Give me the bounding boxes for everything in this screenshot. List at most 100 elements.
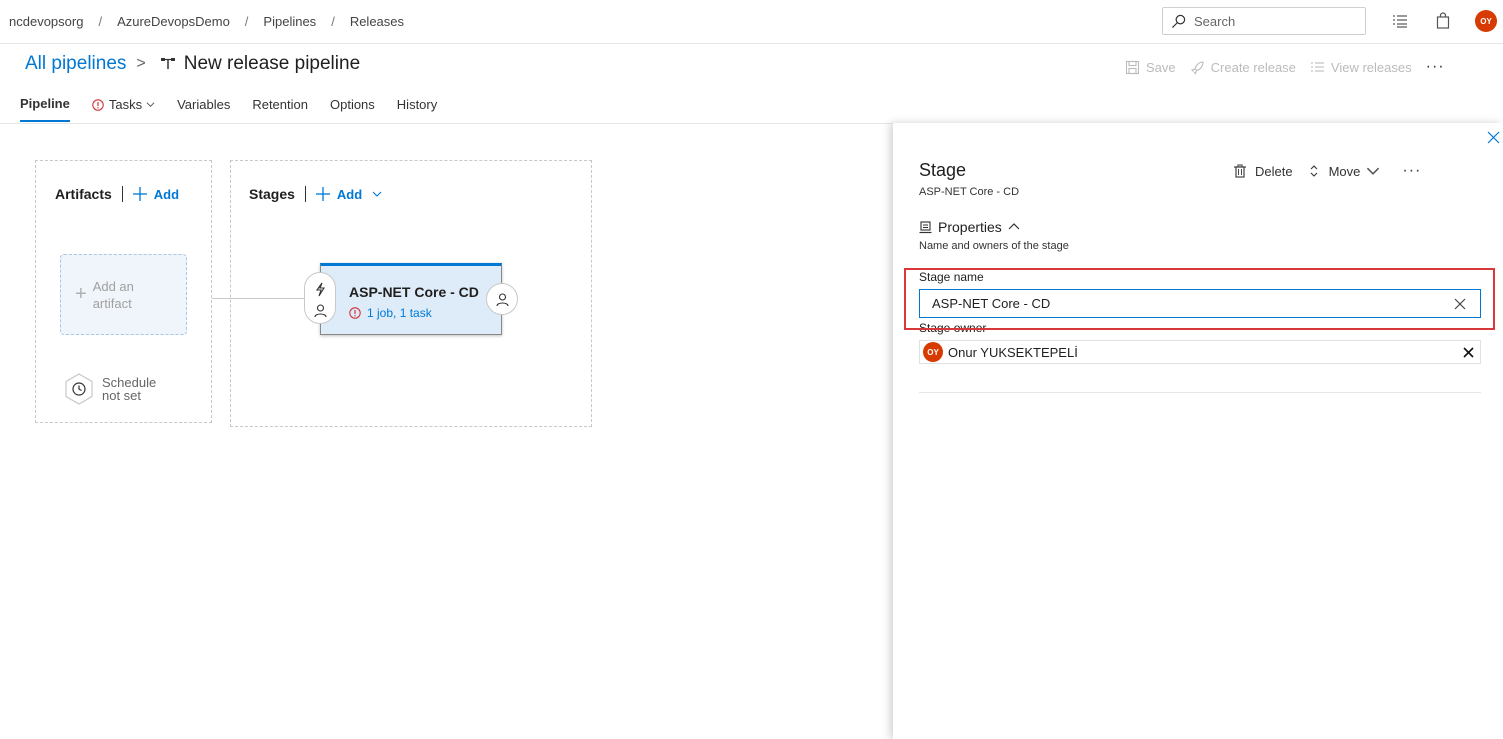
view-releases-label: View releases: [1330, 59, 1412, 75]
add-label: Add: [153, 186, 180, 202]
plus-icon: [315, 187, 330, 201]
tabs-divider: [0, 123, 893, 124]
remove-owner-icon[interactable]: [1463, 347, 1474, 358]
trash-icon: [1234, 164, 1246, 178]
add-stage-button[interactable]: Add: [315, 186, 382, 202]
stages-label: Stages: [249, 186, 295, 202]
list-icon: [1310, 61, 1324, 72]
panel-divider: [919, 392, 1481, 393]
delete-stage-button[interactable]: Delete: [1233, 164, 1293, 179]
schedule-line2: not set: [102, 388, 142, 403]
search-box[interactable]: [1162, 7, 1366, 35]
properties-subtitle: Name and owners of the stage: [919, 240, 1069, 252]
schedule-clock-icon: [65, 373, 93, 405]
artifacts-label: Artifacts: [55, 186, 112, 202]
tab-tasks[interactable]: Tasks: [92, 96, 155, 122]
save-button[interactable]: Save: [1125, 60, 1176, 75]
tab-bar: Pipeline Tasks Variables Retention Optio…: [20, 96, 459, 122]
panel-actions: Delete Move ···: [1233, 162, 1421, 180]
create-release-button[interactable]: Create release: [1190, 60, 1296, 75]
view-releases-button[interactable]: View releases: [1310, 60, 1412, 75]
plus-icon: +: [75, 283, 87, 305]
add-artifact-card[interactable]: + Add an artifact: [60, 254, 187, 335]
tab-options[interactable]: Options: [330, 96, 375, 122]
breadcrumb-releases[interactable]: Releases: [350, 14, 404, 29]
breadcrumb-pipelines[interactable]: Pipelines: [263, 14, 316, 29]
stage-owner-field[interactable]: OY Onur YUKSEKTEPELİ: [919, 340, 1481, 364]
breadcrumb-separator: /: [244, 14, 249, 29]
release-pipeline-icon: [160, 58, 175, 69]
warning-icon: [349, 307, 361, 319]
search-icon: [1171, 14, 1186, 28]
breadcrumb: ncdevopsorg / AzureDevopsDemo / Pipeline…: [9, 14, 404, 29]
close-icon[interactable]: [1487, 131, 1500, 144]
owner-avatar: OY: [923, 342, 943, 362]
stage-properties-panel: [893, 123, 1503, 739]
save-label: Save: [1146, 59, 1176, 75]
rocket-icon: [1190, 60, 1204, 75]
move-stage-button[interactable]: Move: [1307, 164, 1389, 179]
lightning-trigger-icon[interactable]: [313, 282, 328, 297]
toolbar: Save Create release View releases ···: [1125, 58, 1445, 76]
user-avatar[interactable]: OY: [1475, 10, 1497, 32]
list-icon[interactable]: [1391, 12, 1409, 30]
plus-icon: [132, 187, 147, 201]
stages-header: Stages Add: [249, 186, 382, 202]
properties-section-header[interactable]: Properties: [919, 219, 1020, 235]
add-artifact-text: Add an artifact: [93, 278, 134, 312]
stage-card[interactable]: ASP-NET Core - CD 1 job, 1 task: [320, 263, 502, 335]
properties-icon: [919, 220, 932, 233]
post-deployment-approvals[interactable]: [486, 283, 518, 315]
panel-more-button[interactable]: ···: [1402, 162, 1421, 180]
schedule-text: Schedule not set: [102, 376, 156, 402]
move-updown-icon: [1310, 165, 1317, 177]
chevron-down-icon: [146, 102, 155, 108]
all-pipelines-link[interactable]: All pipelines: [25, 53, 126, 75]
tab-label: Retention: [252, 97, 308, 112]
breadcrumb-project[interactable]: AzureDevopsDemo: [117, 14, 230, 29]
chevron-down-icon: [372, 191, 382, 197]
chevron-up-icon: [1008, 223, 1020, 230]
more-options-button[interactable]: ···: [1426, 58, 1445, 76]
properties-title: Properties: [938, 219, 1002, 235]
tab-retention[interactable]: Retention: [252, 96, 308, 122]
person-approval-icon[interactable]: [313, 303, 328, 318]
pre-deployment-conditions: [304, 272, 336, 324]
breadcrumb-separator: /: [331, 14, 335, 29]
warning-icon: [92, 98, 104, 111]
title-row: All pipelines > New release pipeline: [25, 52, 360, 76]
tab-label: History: [396, 97, 438, 112]
add-label: Add: [336, 186, 363, 202]
tab-pipeline[interactable]: Pipeline: [20, 96, 70, 122]
chevron-down-icon: [1367, 167, 1380, 175]
panel-subtitle: ASP-NET Core - CD: [919, 186, 1020, 198]
person-icon: [495, 292, 509, 306]
divider: [304, 186, 306, 202]
add-artifact-line2: artifact: [92, 295, 132, 311]
page-title: New release pipeline: [183, 53, 361, 74]
top-bar: ncdevopsorg / AzureDevopsDemo / Pipeline…: [0, 0, 1503, 44]
tab-variables[interactable]: Variables: [177, 96, 230, 122]
stage-card-name: ASP-NET Core - CD: [349, 284, 479, 300]
breadcrumb-separator: /: [98, 14, 103, 29]
add-artifact-line1: Add an: [92, 278, 134, 294]
highlight-annotation: [904, 268, 1495, 330]
create-release-label: Create release: [1210, 59, 1296, 75]
panel-title: Stage: [919, 160, 967, 180]
breadcrumb-org[interactable]: ncdevopsorg: [9, 14, 83, 29]
stage-card-tasks-link[interactable]: 1 job, 1 task: [349, 306, 432, 320]
tab-history[interactable]: History: [397, 96, 437, 122]
shopping-bag-icon[interactable]: [1434, 12, 1452, 30]
divider: [121, 186, 123, 202]
add-artifact-button[interactable]: Add: [132, 186, 180, 202]
move-label: Move: [1328, 163, 1361, 179]
search-input[interactable]: [1194, 13, 1354, 29]
tab-label: Variables: [177, 97, 231, 112]
chevron-right-icon: >: [136, 55, 146, 72]
tab-label: Options: [329, 97, 375, 112]
delete-label: Delete: [1255, 163, 1293, 179]
artifacts-header: Artifacts Add: [55, 186, 179, 202]
tab-label: Tasks: [108, 97, 143, 112]
save-icon: [1125, 60, 1140, 74]
schedule-trigger[interactable]: Schedule not set: [64, 373, 156, 405]
